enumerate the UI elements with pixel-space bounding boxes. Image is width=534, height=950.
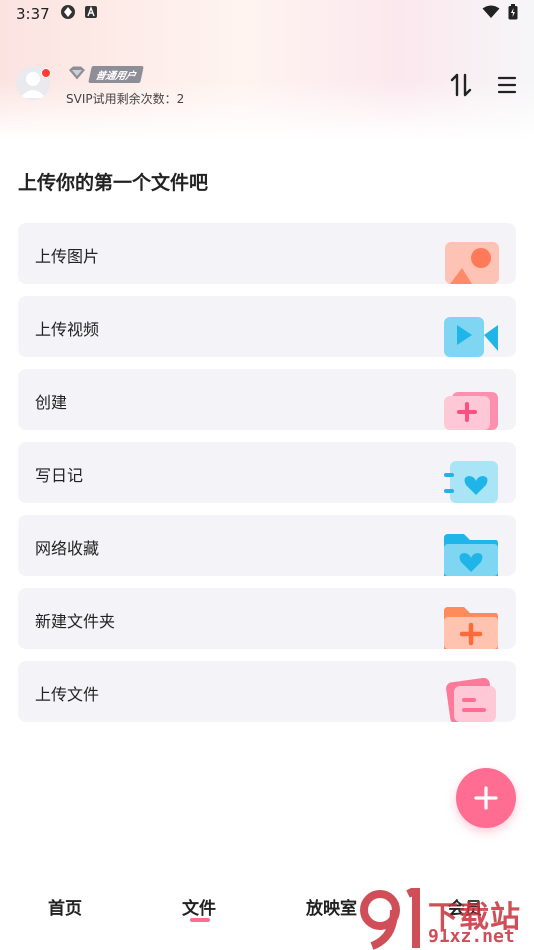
- nav-files[interactable]: 文件: [182, 894, 216, 919]
- plus-icon: [474, 786, 498, 810]
- user-level-badge: 普通用户: [68, 65, 144, 84]
- action-label: 写日记: [35, 466, 84, 485]
- nav-screening-room[interactable]: 放映室: [306, 894, 357, 919]
- menu-button[interactable]: [494, 72, 520, 98]
- watermark: 下载站 91xz.net: [360, 888, 534, 950]
- page-title: 上传你的第一个文件吧: [18, 172, 209, 194]
- action-label: 新建文件夹: [35, 612, 116, 631]
- sort-icon: [450, 73, 472, 97]
- watermark-logo-icon: [360, 888, 420, 950]
- svip-trial-count: SVIP试用剩余次数：2: [66, 92, 185, 106]
- action-label: 上传文件: [35, 685, 100, 704]
- action-label: 网络收藏: [35, 539, 100, 558]
- nav-home[interactable]: 首页: [48, 894, 82, 919]
- action-label: 上传视频: [35, 320, 100, 339]
- wifi-icon: [482, 5, 500, 23]
- app-a-icon: [84, 5, 98, 23]
- upload-video-icon: [444, 317, 498, 357]
- diamond-icon: [68, 65, 86, 84]
- app-notification-icon: [60, 4, 76, 24]
- create-icon: [444, 392, 498, 430]
- add-fab-button[interactable]: [456, 768, 516, 828]
- nav-active-indicator: [190, 918, 210, 922]
- web-collection-icon: [444, 534, 498, 576]
- diary-icon: [444, 461, 498, 503]
- create-card[interactable]: 创建: [18, 369, 516, 430]
- status-bar: 3:37: [0, 0, 534, 28]
- user-header: 普通用户 SVIP试用剩余次数：2: [16, 62, 518, 112]
- upload-file-card[interactable]: 上传文件: [18, 661, 516, 722]
- upload-image-icon: [445, 242, 499, 284]
- action-label: 创建: [35, 393, 68, 412]
- new-folder-icon: [444, 607, 498, 649]
- web-collection-card[interactable]: 网络收藏: [18, 515, 516, 576]
- diary-card[interactable]: 写日记: [18, 442, 516, 503]
- menu-icon: [497, 76, 517, 94]
- upload-file-icon: [446, 678, 496, 722]
- battery-icon: [508, 4, 518, 24]
- upload-action-list: 上传图片 上传视频 创建 写日记 网络收藏 新建文件夹 上传文件: [18, 223, 516, 734]
- sort-button[interactable]: [448, 72, 474, 98]
- new-folder-card[interactable]: 新建文件夹: [18, 588, 516, 649]
- notification-dot: [41, 68, 51, 78]
- user-level-label: 普通用户: [88, 65, 144, 83]
- upload-image-card[interactable]: 上传图片: [18, 223, 516, 284]
- watermark-url: 91xz.net: [428, 926, 515, 947]
- upload-video-card[interactable]: 上传视频: [18, 296, 516, 357]
- status-time: 3:37: [16, 5, 50, 23]
- action-label: 上传图片: [35, 247, 100, 266]
